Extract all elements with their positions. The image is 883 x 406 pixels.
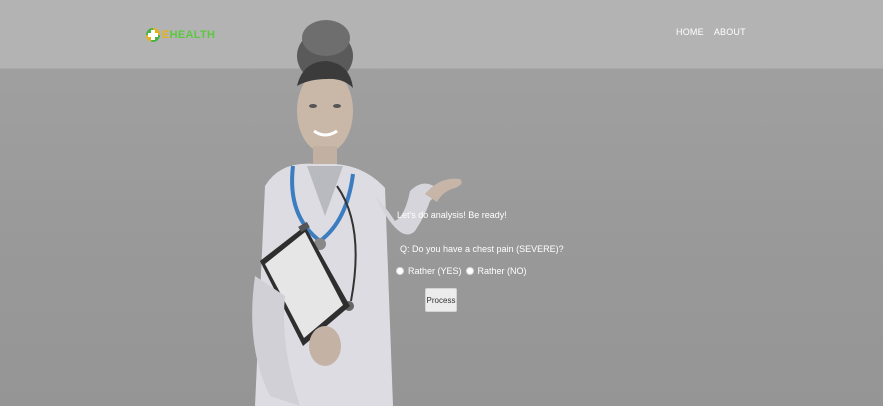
medical-cross-icon — [146, 28, 160, 42]
process-button[interactable]: Process — [425, 288, 457, 312]
brand-name: EHEALTH — [162, 29, 216, 41]
nav-home-link[interactable]: HOME — [676, 27, 704, 37]
option-no-label[interactable]: Rather (NO) — [478, 266, 527, 276]
intro-prompt: Let's do analysis! Be ready! — [397, 210, 507, 220]
question-text: Q: Do you have a chest pain (SEVERE)? — [400, 244, 564, 254]
page: EHEALTH HOME ABOUT Let's do analysis! Be… — [0, 0, 883, 406]
nav-about-link[interactable]: ABOUT — [714, 27, 746, 37]
main-nav: HOME ABOUT — [676, 27, 746, 37]
diagnosis-form: Let's do analysis! Be ready! Q: Do you h… — [380, 200, 564, 330]
brand-logo[interactable]: EHEALTH — [146, 26, 215, 44]
option-yes-radio[interactable] — [396, 267, 404, 275]
answer-options: Rather (YES) Rather (NO) — [396, 266, 527, 276]
option-yes-label[interactable]: Rather (YES) — [408, 266, 462, 276]
option-no-radio[interactable] — [465, 267, 474, 275]
